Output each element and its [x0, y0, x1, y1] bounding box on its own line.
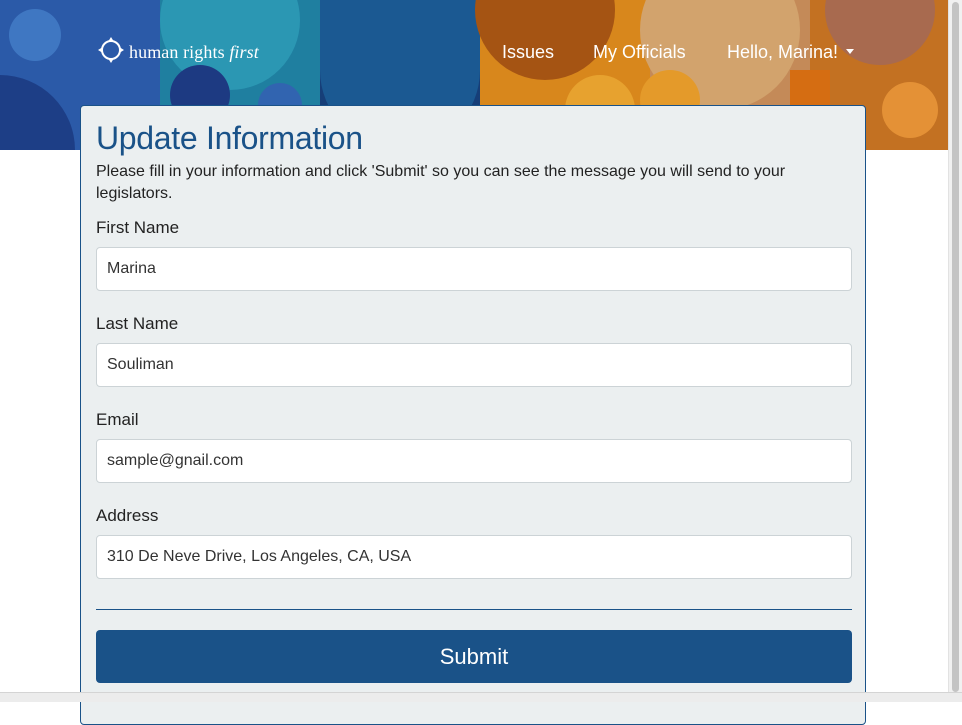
update-info-card: Update Information Please fill in your i… — [80, 105, 866, 725]
nav-issues[interactable]: Issues — [502, 42, 554, 63]
first-name-label: First Name — [96, 218, 180, 237]
brand-name-accent: first — [229, 42, 259, 62]
last-name-label: Last Name — [96, 314, 179, 333]
user-menu[interactable]: Hello, Marina! — [727, 42, 855, 63]
address-label: Address — [96, 506, 159, 525]
form-instructions: Please fill in your information and clic… — [96, 163, 786, 202]
nav-my-officials[interactable]: My Officials — [593, 42, 686, 63]
scrollbar-thumb[interactable] — [952, 2, 959, 692]
brand-logo[interactable]: human rights first — [98, 37, 259, 68]
address-input[interactable] — [96, 535, 852, 579]
last-name-input[interactable] — [96, 343, 852, 387]
email-input[interactable] — [96, 439, 852, 483]
page-title: Update Information — [96, 120, 363, 156]
submit-button[interactable]: Submit — [96, 630, 852, 683]
user-greeting: Hello, Marina! — [727, 42, 839, 62]
brand-name: human rights first — [129, 42, 259, 63]
form-divider — [96, 609, 852, 610]
first-name-input[interactable] — [96, 247, 852, 291]
email-label: Email — [96, 410, 139, 429]
brand-name-main: human rights — [129, 42, 225, 62]
diamond-circle-icon — [98, 37, 124, 68]
vertical-scrollbar[interactable] — [948, 0, 962, 701]
caret-down-icon — [846, 48, 855, 54]
